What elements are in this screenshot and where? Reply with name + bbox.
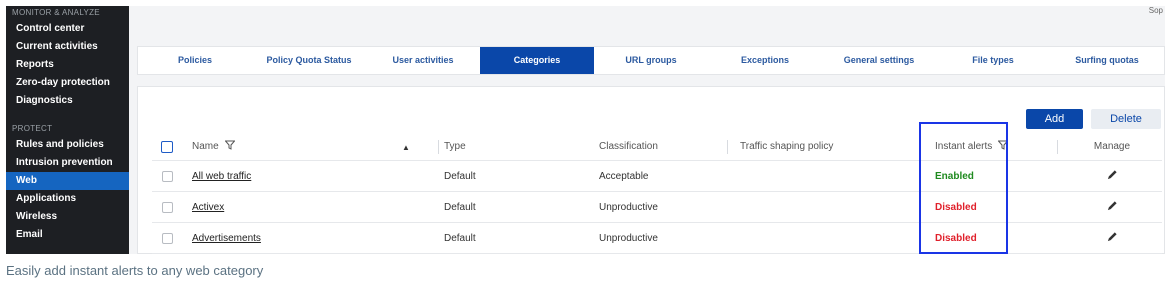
sidebar-item-zero-day-protection[interactable]: Zero-day protection xyxy=(6,74,129,92)
alert-status-enabled: Enabled xyxy=(935,170,974,182)
row-checkbox[interactable] xyxy=(161,232,173,244)
sidebar-item-wireless[interactable]: Wireless xyxy=(6,208,129,226)
tab-policies[interactable]: Policies xyxy=(138,47,252,74)
row-classification: Acceptable xyxy=(599,170,649,182)
filter-icon[interactable] xyxy=(997,140,1009,153)
table-row: All web traffic Default Acceptable Enabl… xyxy=(152,161,1162,192)
column-divider xyxy=(438,140,439,154)
sidebar-section-protect: PROTECT xyxy=(12,124,53,133)
row-manage-cell xyxy=(1064,192,1160,222)
column-header-traffic-shaping[interactable]: Traffic shaping policy xyxy=(740,133,930,160)
sidebar-item-applications[interactable]: Applications xyxy=(6,190,129,208)
sort-ascending-icon[interactable]: ▲ xyxy=(402,143,410,152)
alert-status-disabled: Disabled xyxy=(935,232,977,244)
sidebar-item-control-center[interactable]: Control center xyxy=(6,20,129,38)
table-header-row: Name ▲ Type Classification Traffic shapi… xyxy=(152,133,1162,161)
category-name-link[interactable]: All web traffic xyxy=(192,171,251,182)
row-name-cell: All web traffic xyxy=(192,161,462,191)
row-classification: Unproductive xyxy=(599,232,658,244)
image-caption: Easily add instant alerts to any web cat… xyxy=(6,263,264,278)
sidebar-item-email[interactable]: Email xyxy=(6,226,129,244)
brand-fragment: Sop xyxy=(1148,6,1163,15)
row-checkbox[interactable] xyxy=(161,201,173,213)
row-alert-cell: Enabled xyxy=(935,161,1055,191)
table-row: Advertisements Default Unproductive Disa… xyxy=(152,223,1162,254)
row-traffic-shaping xyxy=(740,192,930,222)
select-all-checkbox[interactable] xyxy=(161,140,173,153)
column-header-name[interactable]: Name xyxy=(192,133,462,160)
sidebar-item-intrusion-prevention[interactable]: Intrusion prevention xyxy=(6,154,129,172)
tab-exceptions[interactable]: Exceptions xyxy=(708,47,822,74)
tab-url-groups[interactable]: URL groups xyxy=(594,47,708,74)
categories-panel: Add Delete Name ▲ Type Classification Tr… xyxy=(137,86,1165,254)
tab-policy-quota-status[interactable]: Policy Quota Status xyxy=(252,47,366,74)
row-name-cell: Advertisements xyxy=(192,223,462,253)
row-name-cell: Activex xyxy=(192,192,462,222)
row-traffic-shaping xyxy=(740,161,930,191)
sidebar-item-rules-and-policies[interactable]: Rules and policies xyxy=(6,136,129,154)
category-name-link[interactable]: Activex xyxy=(192,202,224,213)
row-checkbox-cell xyxy=(152,161,182,191)
sidebar-item-diagnostics[interactable]: Diagnostics xyxy=(6,92,129,110)
delete-button[interactable]: Delete xyxy=(1091,109,1161,129)
column-header-name-label: Name xyxy=(192,141,219,152)
screenshot-frame: MONITOR & ANALYZE Control center Current… xyxy=(6,6,1165,254)
row-alert-cell: Disabled xyxy=(935,223,1055,253)
row-type: Default xyxy=(444,170,476,182)
column-header-type[interactable]: Type xyxy=(444,133,584,160)
table-row: Activex Default Unproductive Disabled xyxy=(152,192,1162,223)
row-manage-cell xyxy=(1064,161,1160,191)
row-classification: Unproductive xyxy=(599,201,658,213)
tab-general-settings[interactable]: General settings xyxy=(822,47,936,74)
alert-status-disabled: Disabled xyxy=(935,201,977,213)
categories-table: Name ▲ Type Classification Traffic shapi… xyxy=(152,133,1162,254)
tab-file-types[interactable]: File types xyxy=(936,47,1050,74)
sidebar-section-monitor: MONITOR & ANALYZE xyxy=(12,8,100,17)
row-traffic-shaping xyxy=(740,223,930,253)
header-checkbox-cell xyxy=(152,133,182,160)
row-alert-cell: Disabled xyxy=(935,192,1055,222)
column-divider xyxy=(727,140,728,154)
column-divider xyxy=(1057,140,1058,154)
column-header-instant-alerts-label: Instant alerts xyxy=(935,141,993,152)
column-header-manage: Manage xyxy=(1093,141,1131,152)
pencil-icon[interactable] xyxy=(1107,200,1118,214)
tab-surfing-quotas[interactable]: Surfing quotas xyxy=(1050,47,1164,74)
sidebar-item-web[interactable]: Web xyxy=(6,172,129,190)
column-header-instant-alerts[interactable]: Instant alerts xyxy=(935,133,1055,160)
category-name-link[interactable]: Advertisements xyxy=(192,233,261,244)
row-type: Default xyxy=(444,232,476,244)
row-checkbox-cell xyxy=(152,192,182,222)
tab-user-activities[interactable]: User activities xyxy=(366,47,480,74)
row-manage-cell xyxy=(1064,223,1160,253)
sidebar-item-current-activities[interactable]: Current activities xyxy=(6,38,129,56)
tab-categories[interactable]: Categories xyxy=(480,47,594,74)
pencil-icon[interactable] xyxy=(1107,231,1118,245)
tab-bar: Policies Policy Quota Status User activi… xyxy=(137,46,1165,75)
sidebar: MONITOR & ANALYZE Control center Current… xyxy=(6,6,129,254)
row-checkbox-cell xyxy=(152,223,182,253)
row-checkbox[interactable] xyxy=(161,170,173,182)
filter-icon[interactable] xyxy=(224,140,236,153)
top-bar: Sop xyxy=(129,6,1165,44)
add-button[interactable]: Add xyxy=(1026,109,1083,129)
pencil-icon[interactable] xyxy=(1107,169,1118,183)
row-type: Default xyxy=(444,201,476,213)
sidebar-item-reports[interactable]: Reports xyxy=(6,56,129,74)
column-header-classification[interactable]: Classification xyxy=(599,133,739,160)
